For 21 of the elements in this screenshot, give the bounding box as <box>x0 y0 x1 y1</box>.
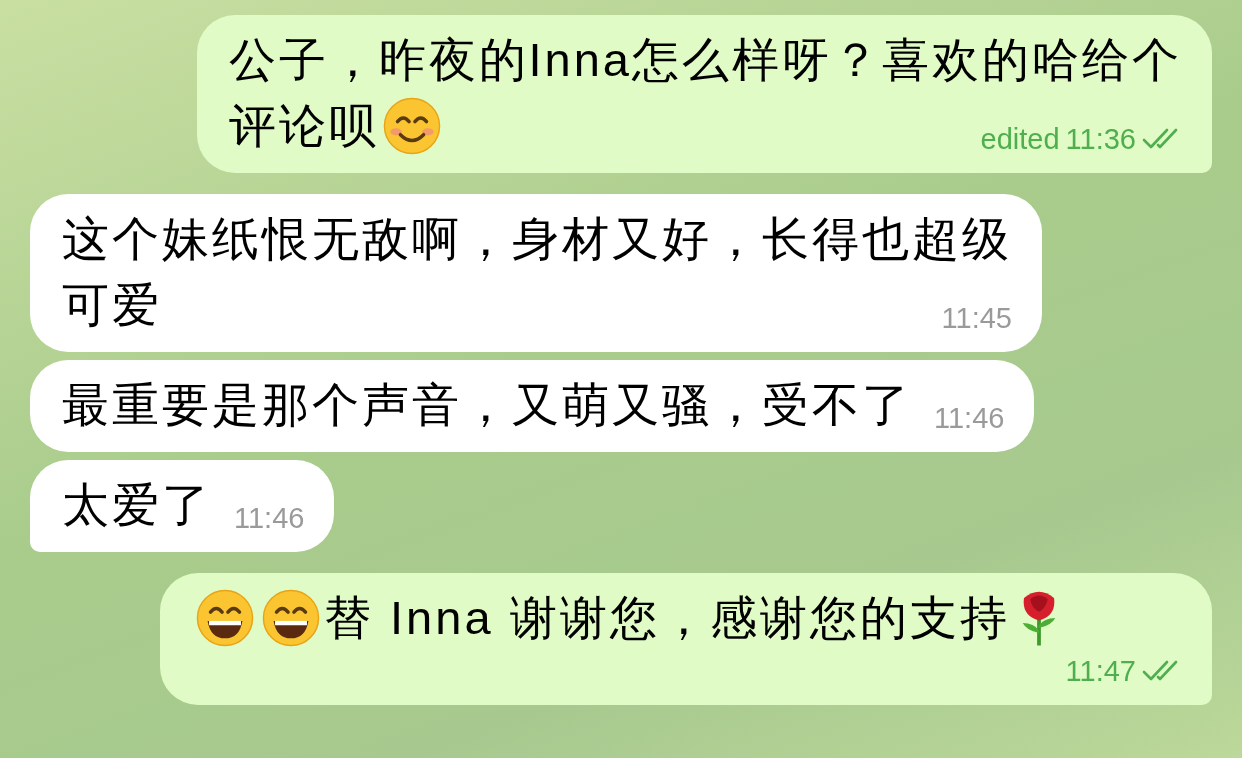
message-bubble[interactable]: 公子，昨夜的Inna怎么样呀？喜欢的哈给个 评论呗 edited 11:36 <box>196 15 1212 173</box>
message-time: 11:46 <box>934 401 1005 436</box>
grinning-face-icon <box>196 589 254 647</box>
message-bubble[interactable]: 替 Inna 谢谢您，感谢您的支持 11:47 <box>160 573 1212 705</box>
edited-label: edited <box>980 122 1060 157</box>
message-text: 评论呗 <box>228 98 379 154</box>
grinning-face-icon <box>262 589 320 647</box>
message-time: 11:45 <box>941 301 1012 336</box>
message-time: 11:36 <box>1065 122 1136 157</box>
message-text: 替 Inna 谢谢您，感谢您的支持 <box>324 590 1010 646</box>
message-text: 这个妹纸恨无敌啊，身材又好，长得也超级 <box>62 211 1012 267</box>
message-text: 可爱 <box>62 277 162 333</box>
message-time: 11:47 <box>1065 654 1136 689</box>
message-bubble[interactable]: 这个妹纸恨无敌啊，身材又好，长得也超级 可爱 11:45 <box>30 194 1042 352</box>
message-text: 太爱了 <box>62 477 212 533</box>
message-bubble[interactable]: 太爱了 11:46 <box>30 460 335 552</box>
message-text: 公子，昨夜的Inna怎么样呀？喜欢的哈给个 <box>228 32 1182 88</box>
smiling-face-icon <box>382 97 441 155</box>
message-bubble[interactable]: 最重要是那个声音，又萌又骚，受不了 11:46 <box>30 360 1035 452</box>
message-time: 11:46 <box>234 501 305 536</box>
message-text: 最重要是那个声音，又萌又骚，受不了 <box>62 377 912 433</box>
